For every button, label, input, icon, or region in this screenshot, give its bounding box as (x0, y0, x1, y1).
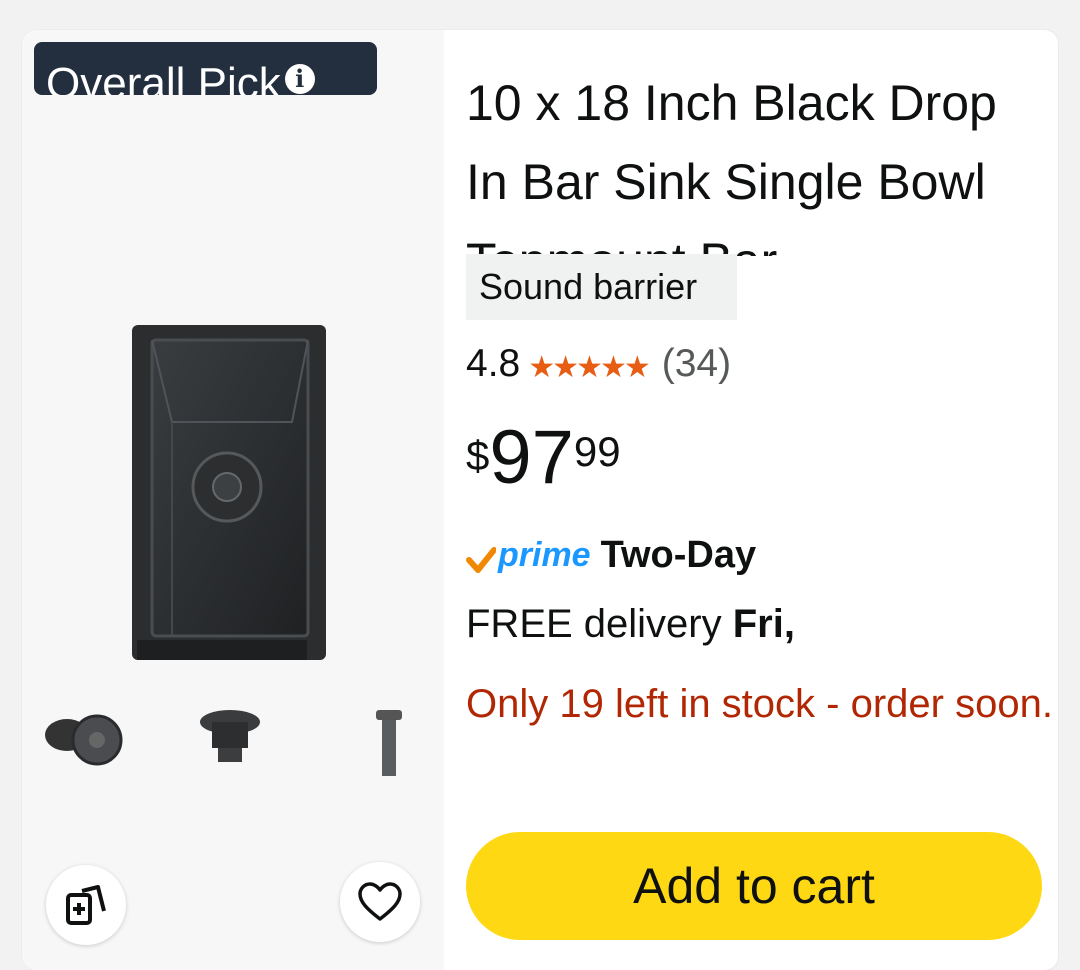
prime-logo: prime (498, 535, 591, 574)
price-whole: 97 (489, 415, 574, 500)
review-count[interactable]: (34) (662, 342, 731, 386)
info-icon[interactable]: i (284, 64, 315, 94)
product-info: 10 x 18 Inch Black Drop In Bar Sink Sing… (466, 30, 1058, 970)
product-image-pane[interactable]: Overall Pick i (22, 30, 444, 970)
shipping-speed: Two-Day (600, 533, 757, 576)
rating-row[interactable]: 4.8 ★ ★ ★ ★ ★ (34) (466, 338, 731, 390)
product-card[interactable]: Overall Pick i 10 x 18 Inch Black Drop I… (22, 30, 1058, 970)
star-icon: ★ (528, 351, 555, 384)
basket-strainer-accessory (45, 714, 123, 766)
compare-button[interactable] (46, 865, 126, 945)
overflow-pipe-accessory (376, 710, 402, 776)
rating-value: 4.8 (466, 342, 521, 385)
star-icon: ★ (552, 351, 579, 384)
badge-label: Overall Pick (46, 59, 281, 96)
delivery-day: Fri, (732, 602, 795, 646)
product-title[interactable]: 10 x 18 Inch Black Drop In Bar Sink Sing… (466, 64, 1046, 256)
star-icon: ★ (599, 351, 627, 384)
prime-shipping: prime Two-Day (466, 530, 756, 580)
price-currency: $ (466, 432, 490, 479)
star-icon: ★ (623, 351, 651, 384)
rating-stars: ★ ★ ★ ★ ★ (528, 351, 651, 384)
drain-flange-accessory (200, 710, 260, 762)
star-icon: ★ (576, 351, 603, 384)
wishlist-button[interactable] (340, 862, 420, 942)
stock-message: Only 19 left in stock - order soon. (466, 682, 1053, 726)
add-to-cart-button[interactable]: Add to cart (466, 832, 1042, 940)
price-fraction: 99 (573, 428, 621, 475)
delivery-prefix: FREE delivery (466, 602, 733, 646)
compare-icon (66, 885, 106, 925)
delivery-info: FREE delivery Fri, (466, 602, 795, 647)
product-image[interactable] (22, 310, 444, 780)
overall-pick-badge: Overall Pick i (34, 42, 377, 95)
prime-check-icon (466, 547, 496, 573)
feature-tag: Sound barrier (466, 254, 737, 320)
heart-icon (358, 882, 402, 921)
price: $9799 (466, 418, 621, 498)
